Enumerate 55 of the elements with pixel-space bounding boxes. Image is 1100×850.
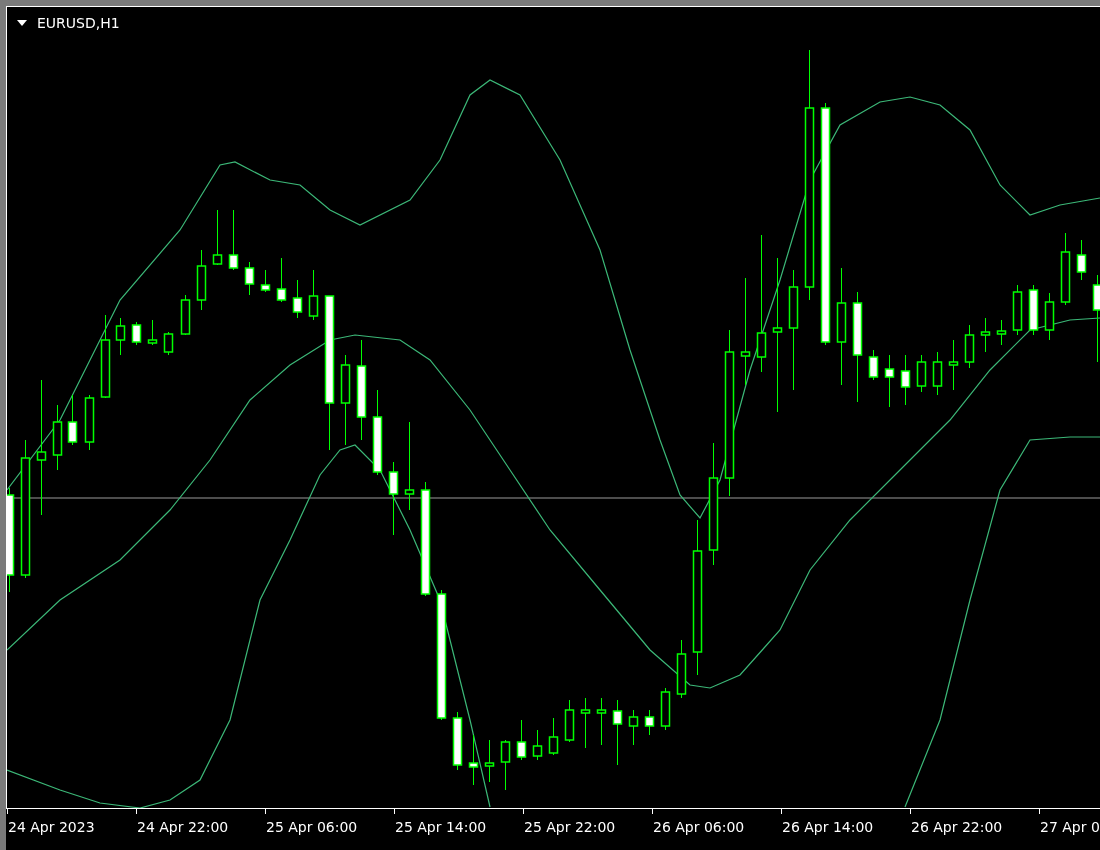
bullish-candlestick [115, 317, 126, 356]
time-axis-label: 27 Apr 0 [1040, 819, 1100, 835]
bullish-candlestick [948, 339, 959, 391]
bearish-candlestick [1076, 239, 1087, 281]
bullish-candlestick [84, 394, 95, 451]
bullish-candlestick [1012, 284, 1023, 336]
bullish-candlestick [980, 317, 991, 353]
bearish-candlestick [276, 257, 287, 303]
bullish-candlestick [676, 639, 687, 699]
bullish-candlestick [308, 269, 319, 321]
bearish-candlestick [884, 354, 895, 408]
time-axis-label: 25 Apr 22:00 [524, 819, 616, 835]
bullish-candlestick [163, 331, 174, 356]
bullish-candlestick [932, 351, 943, 396]
bullish-candlestick [52, 404, 63, 471]
bullish-candlestick [964, 324, 975, 369]
chart-title: EURUSD,H1 [37, 14, 120, 32]
bearish-candlestick [244, 261, 255, 296]
bearish-candlestick [900, 354, 911, 406]
bullish-candlestick [147, 319, 158, 346]
bearish-candlestick [452, 711, 463, 771]
bearish-candlestick [868, 349, 879, 381]
bearish-candlestick [644, 709, 655, 736]
bullish-candlestick [628, 709, 639, 746]
bullish-candlestick [580, 697, 591, 749]
bullish-candlestick [500, 739, 511, 791]
bullish-candlestick [196, 249, 207, 311]
bearish-candlestick [468, 734, 479, 786]
bullish-candlestick [1044, 292, 1055, 341]
bearish-candlestick [292, 279, 303, 319]
bullish-candlestick [548, 717, 559, 756]
dropdown-triangle-icon[interactable] [17, 20, 27, 26]
bullish-candlestick [596, 697, 607, 746]
bullish-candlestick [916, 354, 927, 393]
bullish-candlestick [212, 209, 223, 266]
bearish-candlestick [131, 321, 142, 346]
bearish-candlestick [1028, 284, 1039, 336]
time-axis-label: 26 Apr 14:00 [782, 819, 874, 835]
time-axis-label: 24 Apr 22:00 [137, 819, 229, 835]
bullish-candlestick [996, 319, 1007, 346]
bullish-candlestick [484, 739, 495, 783]
bullish-candlestick [180, 294, 191, 336]
bearish-candlestick [67, 394, 78, 446]
bullish-candlestick [532, 729, 543, 761]
bullish-candlestick [564, 699, 575, 743]
time-axis-label: 26 Apr 22:00 [911, 819, 1003, 835]
time-axis-label: 25 Apr 14:00 [395, 819, 487, 835]
time-axis-label: 26 Apr 06:00 [653, 819, 745, 835]
bearish-candlestick [612, 699, 623, 766]
bearish-candlestick [228, 209, 239, 271]
bearish-candlestick [260, 269, 271, 293]
time-axis-label: 25 Apr 06:00 [266, 819, 358, 835]
time-axis-label: 24 Apr 2023 [8, 819, 95, 835]
bullish-candlestick [660, 687, 671, 731]
bearish-candlestick [516, 719, 527, 761]
